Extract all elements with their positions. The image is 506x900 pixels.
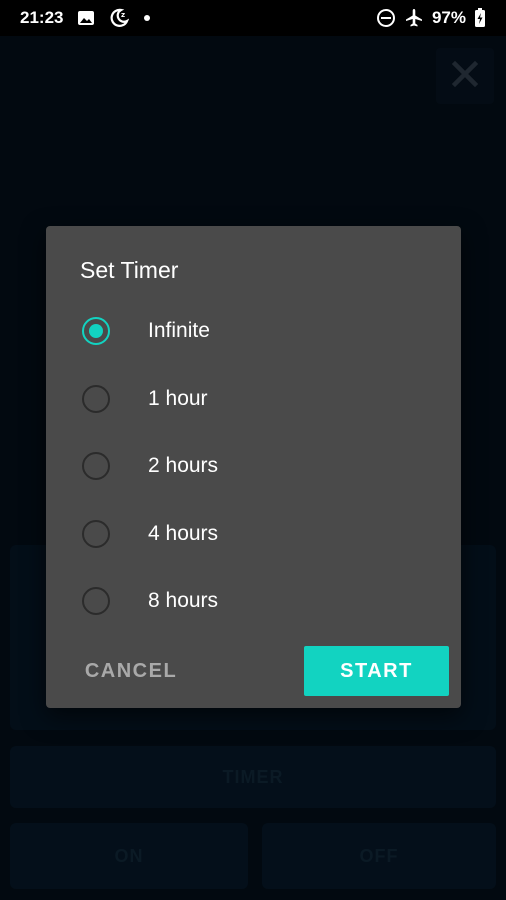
notification-dot-icon [143, 14, 151, 22]
radio-button[interactable] [82, 520, 110, 548]
svg-text:z: z [121, 11, 125, 19]
status-time: 21:23 [20, 8, 64, 27]
radio-option-2-hours[interactable]: 2 hours [46, 436, 461, 496]
radio-option-1-hour[interactable]: 1 hour [46, 369, 461, 429]
dialog-title: Set Timer [80, 257, 179, 283]
status-bar: 21:23 z 97% [0, 0, 506, 36]
option-label: 4 hours [148, 522, 219, 545]
set-timer-dialog: Set Timer Infinite 1 hour 2 hours 4 hour… [46, 226, 461, 708]
radio-button[interactable] [82, 452, 110, 480]
option-label: 1 hour [148, 387, 208, 410]
airplane-icon [404, 8, 424, 28]
radio-option-8-hours[interactable]: 8 hours [46, 571, 461, 631]
do-not-disturb-moon-icon: z [109, 8, 130, 28]
battery-percent: 97% [431, 8, 466, 27]
radio-button[interactable] [82, 587, 110, 615]
option-label: 8 hours [148, 589, 219, 612]
battery-charging-icon [474, 8, 486, 28]
screen: 21:23 z 97% TIMER ON OFF Set Timer Infin… [0, 0, 506, 900]
image-icon [77, 9, 95, 27]
start-button[interactable]: START [304, 646, 449, 696]
radio-button-checked[interactable] [82, 317, 110, 345]
radio-option-4-hours[interactable]: 4 hours [46, 504, 461, 564]
option-label: Infinite [148, 319, 210, 342]
radio-button[interactable] [82, 385, 110, 413]
option-label: 2 hours [148, 454, 219, 477]
cancel-button[interactable]: CANCEL [66, 646, 196, 696]
radio-option-infinite[interactable]: Infinite [46, 301, 461, 361]
dnd-minus-icon [376, 8, 396, 28]
